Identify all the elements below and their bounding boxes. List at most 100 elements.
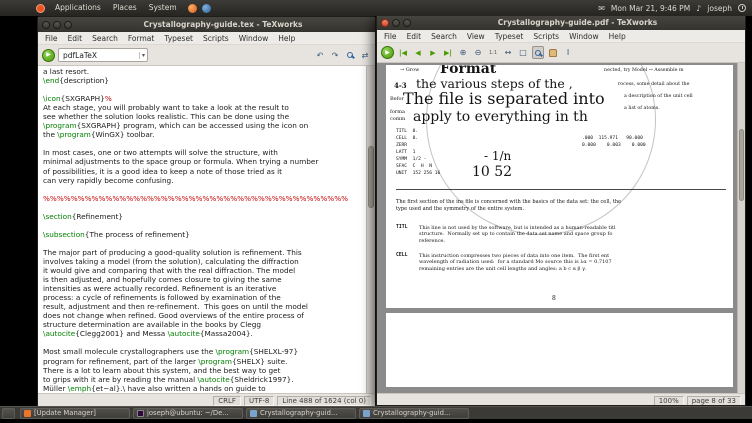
minimize-button[interactable] <box>53 20 61 29</box>
panel-menu[interactable]: System <box>143 0 183 16</box>
typeset-button[interactable]: ▶ <box>42 48 55 62</box>
menu-item[interactable]: Help <box>604 30 631 43</box>
source-line: \program{SXGRAPH} program, which can be … <box>43 121 309 131</box>
zoom-out-icon[interactable]: ⊖ <box>472 46 484 59</box>
update-manager-icon <box>24 409 31 417</box>
zoom-in-icon[interactable]: ⊕ <box>457 46 469 59</box>
pdf-view[interactable]: → Grow Format nected, try Model → Assemb… <box>377 63 745 393</box>
desktop: Applications Places System ✉ Mon Mar 21, 9… <box>0 0 752 423</box>
help-icon[interactable] <box>201 3 211 13</box>
source-line <box>43 338 365 347</box>
previous-page-icon[interactable]: ◀ <box>412 46 424 59</box>
maximize-button[interactable] <box>64 20 72 29</box>
taskbar-button-terminal[interactable]: joseph@ubuntu: ~/De... <box>133 407 243 419</box>
taskbar-button-update-manager[interactable]: [Update Manager] <box>20 407 130 419</box>
username[interactable]: joseph <box>707 4 732 13</box>
fit-width-icon[interactable]: ↔ <box>502 46 514 59</box>
source-line: it would give and comparing that with th… <box>43 266 296 276</box>
panel-menu[interactable]: Applications <box>49 0 107 16</box>
code-line: TITL 0. <box>396 129 419 134</box>
menu-item[interactable]: Typeset <box>490 30 529 43</box>
select-text-icon[interactable]: I <box>562 46 574 59</box>
pdf-text: nected, try Model → Assemble m <box>604 68 684 73</box>
editor-statusbar: CRLF UTF-8 Line 488 of 1624 (col 0) <box>38 393 375 406</box>
source-line <box>43 203 365 212</box>
taskbar-button-texworks-tex[interactable]: Crystallography-guid... <box>246 407 356 419</box>
power-session-icon[interactable] <box>738 4 746 12</box>
source-line: There is a lot to learn about this syste… <box>43 365 281 375</box>
code-line: SYMM 1/2 - <box>396 157 427 162</box>
menu-item[interactable]: View <box>462 30 490 43</box>
menu-item[interactable]: Window <box>564 30 604 43</box>
menu-item[interactable]: Search <box>87 32 123 45</box>
magnifier-tool-icon[interactable] <box>532 46 544 59</box>
ubuntu-logo-icon[interactable] <box>36 3 45 13</box>
taskbar-button-label: Crystallography-guid... <box>373 409 451 417</box>
maximize-button[interactable] <box>403 18 411 27</box>
pdf-scrollbar[interactable] <box>737 63 745 393</box>
source-code: a last resort. \end{description} \icon{SX… <box>43 67 365 393</box>
menu-item[interactable]: Edit <box>63 32 88 45</box>
top-panel: Applications Places System ✉ Mon Mar 21, 9… <box>0 0 752 16</box>
typeset-button[interactable]: ▶ <box>381 46 394 59</box>
next-page-icon[interactable]: ▶ <box>427 46 439 59</box>
texworks-icon <box>250 409 257 417</box>
pdf-text-line: The first section of the ins file is con… <box>396 199 622 205</box>
menu-item[interactable]: File <box>379 30 402 43</box>
editor-scrollbar-thumb[interactable] <box>368 146 374 208</box>
source-line: does not change when refined. Good overv… <box>43 311 304 321</box>
menu-item[interactable]: Edit <box>402 30 427 43</box>
menu-item[interactable]: Search <box>426 30 462 43</box>
close-button[interactable] <box>42 20 50 29</box>
minimize-button[interactable] <box>392 18 400 27</box>
source-line: process: a cycle of refinements is follo… <box>43 293 281 303</box>
source-editor[interactable]: a last resort. \end{description} \icon{SX… <box>38 66 375 393</box>
menu-item[interactable]: Format <box>123 32 159 45</box>
volume-icon[interactable]: ♪ <box>696 4 701 13</box>
redo-icon[interactable]: ↷ <box>329 49 341 62</box>
search-icon[interactable] <box>344 49 356 62</box>
code-line: LATT 1 <box>396 150 416 155</box>
pdf-text-line: wavelength of radiation used: for a stan… <box>419 259 612 266</box>
code-line: CELL 0. <box>396 136 419 141</box>
close-button[interactable] <box>381 18 389 27</box>
pdf-horizontal-rule <box>396 189 726 190</box>
typeset-format-dropdown[interactable]: pdfLaTeX ▾ <box>58 48 148 62</box>
replace-icon[interactable]: ⇄ <box>359 49 371 62</box>
undo-icon[interactable]: ↶ <box>314 49 326 62</box>
menu-item[interactable]: Scripts <box>198 32 234 45</box>
panel-menu[interactable]: Places <box>107 0 143 16</box>
taskbar-button-texworks-pdf[interactable]: Crystallography-guid... <box>359 407 469 419</box>
show-desktop-button[interactable] <box>2 407 15 419</box>
actual-size-icon[interactable]: 1:1 <box>487 46 499 59</box>
pdf-scrollbar-thumb[interactable] <box>739 129 744 201</box>
pdf-titlebar[interactable]: Crystallography-guide.pdf - TeXworks <box>377 15 745 30</box>
source-line: Müller \emph{et~al}.\ have also written … <box>43 383 266 393</box>
pdf-page-break <box>386 308 733 313</box>
source-line <box>43 239 365 248</box>
first-page-icon[interactable]: |◀ <box>397 46 409 59</box>
pdf-page[interactable]: → Grow Format nected, try Model → Assemb… <box>386 65 733 387</box>
texworks-icon <box>363 409 370 417</box>
menu-item[interactable]: Window <box>234 32 274 45</box>
pdf-text: forma <box>390 109 405 115</box>
terminal-icon <box>137 409 144 417</box>
editor-scrollbar[interactable] <box>366 66 375 393</box>
editor-toolbar: ▶ pdfLaTeX ▾ ↶ ↷ ⇄ <box>38 45 375 66</box>
last-page-icon[interactable]: ▶| <box>442 46 454 59</box>
chevron-down-icon: ▾ <box>138 51 147 59</box>
source-line: At each stage, you will probably want to… <box>43 103 289 113</box>
pdf-text: a description of the unit cell <box>624 94 693 99</box>
menu-item[interactable]: Scripts <box>528 30 564 43</box>
menu-item[interactable]: Typeset <box>159 32 198 45</box>
source-line <box>43 139 365 148</box>
hand-tool-icon[interactable] <box>547 46 559 59</box>
fit-window-icon[interactable]: □ <box>517 46 529 59</box>
menu-item[interactable]: File <box>40 32 63 45</box>
mail-indicator-icon[interactable]: ✉ <box>598 4 605 13</box>
editor-titlebar[interactable]: Crystallography-guide.tex - TeXworks <box>38 17 375 32</box>
menu-item[interactable]: Help <box>273 32 300 45</box>
clock[interactable]: Mon Mar 21, 9:46 PM <box>611 4 690 13</box>
pdf-code-numbers: .000 115.971 90.000 0.000 0.003 0.000 <box>582 135 646 149</box>
firefox-icon[interactable] <box>187 3 197 13</box>
